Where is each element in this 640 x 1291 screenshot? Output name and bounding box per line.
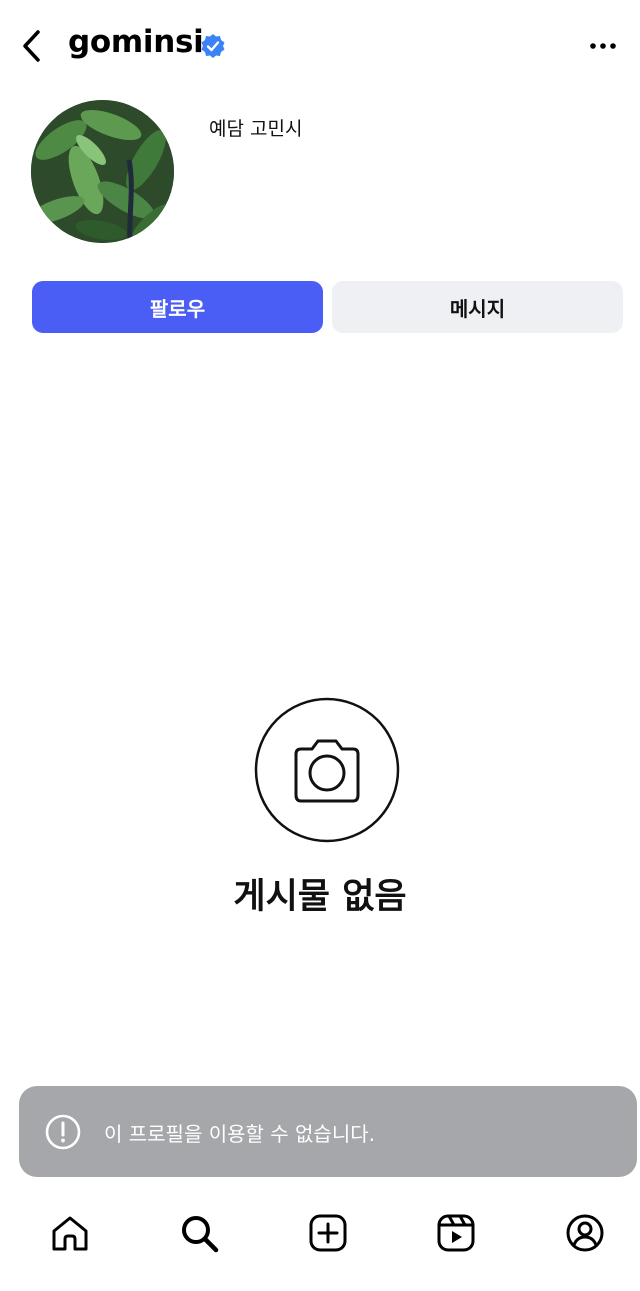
avatar-image xyxy=(31,100,174,243)
no-posts-label: 게시물 없음 xyxy=(233,877,407,917)
search-icon[interactable] xyxy=(177,1211,221,1255)
exclamation-circle-icon xyxy=(45,1114,81,1150)
profile-icon[interactable] xyxy=(563,1211,607,1255)
home-icon[interactable] xyxy=(48,1211,92,1255)
follow-button[interactable]: 팔로우 xyxy=(32,281,323,333)
message-button[interactable]: 메시지 xyxy=(332,281,623,333)
profile-header: gominsi xyxy=(0,0,640,92)
avatar[interactable] xyxy=(31,100,174,243)
verified-badge-icon xyxy=(201,34,225,58)
reels-icon[interactable] xyxy=(434,1211,478,1255)
display-name: 예담 고민시 xyxy=(209,118,303,140)
ellipsis-icon[interactable] xyxy=(588,34,618,58)
profile-unavailable-toast: 이 프로필을 이용할 수 없습니다. xyxy=(19,1086,637,1177)
username: gominsi xyxy=(68,24,204,60)
bottom-tab-bar xyxy=(0,1195,640,1291)
toast-message: 이 프로필을 이용할 수 없습니다. xyxy=(104,1122,375,1146)
camera-icon xyxy=(254,697,400,843)
chevron-left-icon[interactable] xyxy=(18,28,46,64)
create-post-icon[interactable] xyxy=(306,1211,350,1255)
